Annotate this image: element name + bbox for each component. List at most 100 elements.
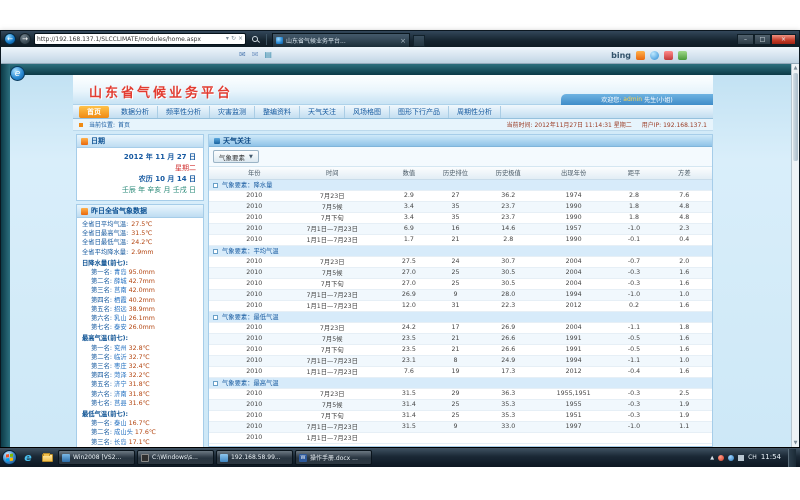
- search-icon[interactable]: [252, 36, 258, 42]
- element-filter-button[interactable]: 气象要素 ▼: [213, 150, 259, 163]
- scroll-up-icon[interactable]: ▲: [792, 65, 799, 71]
- nav-item-2[interactable]: 频率性分析: [158, 106, 210, 118]
- table-section-row-3[interactable]: 气象要素：最高气温: [209, 377, 712, 388]
- mail-icon[interactable]: ✉: [239, 51, 246, 59]
- scrollbar-thumb[interactable]: [793, 73, 798, 161]
- nav-item-1[interactable]: 数据分析: [113, 106, 158, 118]
- bing-app-icon[interactable]: [636, 51, 645, 60]
- antivirus-tray-icon[interactable]: [718, 455, 724, 461]
- stop-icon[interactable]: ×: [238, 36, 243, 42]
- taskbar-button-label: Win2008 [VS2...: [73, 454, 121, 461]
- table-row[interactable]: 20107月23日24.21726.92004-1.11.8: [209, 322, 712, 333]
- tray-expand-icon[interactable]: ▲: [710, 455, 714, 461]
- screenshot-tool-icon[interactable]: [664, 51, 673, 60]
- table-row[interactable]: 20101月1日—7月23日: [209, 432, 712, 443]
- table-section-row-2[interactable]: 气象要素：最低气温: [209, 311, 712, 322]
- table-row[interactable]: 20107月23日2.92736.219742.87.6: [209, 190, 712, 201]
- main-panel-header: 天气关注: [209, 135, 712, 147]
- nav-item-7[interactable]: 图形下行产品: [390, 106, 449, 118]
- nav-item-6[interactable]: 风场格图: [345, 106, 390, 118]
- tab-title[interactable]: 山东省气候业务平台...: [286, 36, 346, 45]
- table-row[interactable]: 20101月1日—7月23日7.61917.32012-0.41.6: [209, 366, 712, 377]
- calendar-icon: [81, 138, 88, 145]
- start-button[interactable]: [2, 450, 17, 465]
- close-button[interactable]: ×: [771, 34, 796, 45]
- page-scrollbar[interactable]: ▲ ▼: [791, 64, 799, 447]
- station-name: 乳山: [114, 315, 127, 322]
- table-row[interactable]: 20101月1日—7月23日1.7212.81990-0.10.4: [209, 234, 712, 245]
- cell: [481, 432, 536, 443]
- nav-item-4[interactable]: 整编资料: [255, 106, 300, 118]
- show-desktop-button[interactable]: [788, 449, 796, 467]
- table-row[interactable]: 20107月23日31.52936.31955,1951-0.32.5: [209, 388, 712, 399]
- forward-button-icon[interactable]: →: [19, 33, 31, 45]
- app-grid-icon[interactable]: ▤: [264, 51, 272, 59]
- table-row[interactable]: 20107月23日27.52430.72004-0.72.0: [209, 256, 712, 267]
- back-button-icon[interactable]: ←: [4, 33, 16, 45]
- table-row[interactable]: 20107月下旬31.42535.31951-0.31.9: [209, 410, 712, 421]
- cell: 2010: [232, 300, 277, 311]
- table-row[interactable]: 20107月下旬3.43523.719901.84.8: [209, 212, 712, 223]
- cell: 2010: [232, 432, 277, 443]
- address-bar[interactable]: http://192.168.137.1/SLCCLIMATE/modules/…: [34, 33, 246, 45]
- rank-value: 26.1mm: [129, 315, 155, 322]
- maximize-button[interactable]: □: [754, 34, 771, 45]
- table-row[interactable]: 20107月5候31.42535.31955-0.31.9: [209, 399, 712, 410]
- cell: 7月下旬: [277, 278, 388, 289]
- table-row[interactable]: 20107月1日—7月23日23.1824.91994-1.11.0: [209, 355, 712, 366]
- cell: 19: [430, 366, 480, 377]
- table-row[interactable]: 20107月1日—7月23日31.5933.01997-1.01.1: [209, 421, 712, 432]
- qq-icon[interactable]: [650, 51, 659, 60]
- cell: 2004: [536, 256, 611, 267]
- taskbar-button-0[interactable]: Win2008 [VS2...: [58, 450, 135, 465]
- cell: 35: [430, 212, 480, 223]
- section-title-cell: 气象要素：降水量: [209, 179, 712, 190]
- taskbar-button-3[interactable]: W操作手册.docx ...: [295, 450, 372, 465]
- table-section-row-1[interactable]: 气象要素：平均气温: [209, 245, 712, 256]
- minimize-button[interactable]: –: [737, 34, 754, 45]
- new-tab-button[interactable]: [413, 35, 425, 47]
- url-text[interactable]: http://192.168.137.1/SLCCLIMATE/modules/…: [37, 36, 224, 43]
- taskbar-clock[interactable]: 11:54: [761, 454, 781, 461]
- table-row[interactable]: 20107月5候3.43523.719901.84.8: [209, 201, 712, 212]
- table-row[interactable]: 20107月5候23.52126.61991-0.51.6: [209, 333, 712, 344]
- nav-item-8[interactable]: 周期性分析: [449, 106, 501, 118]
- table-row[interactable]: 20101月1日—7月23日12.03122.320120.21.6: [209, 300, 712, 311]
- volume-tray-icon[interactable]: [738, 455, 744, 461]
- table-row[interactable]: 20107月1日—7月23日26.9928.01994-1.01.0: [209, 289, 712, 300]
- rank-value: 17.6℃: [135, 429, 156, 436]
- table-row[interactable]: 20107月5候27.02530.52004-0.31.6: [209, 267, 712, 278]
- table-row[interactable]: 20107月1日—7月23日6.91614.61957-1.02.3: [209, 223, 712, 234]
- cell: 4.8: [657, 212, 712, 223]
- taskbar-button-label: 192.168.58.99...: [231, 454, 281, 461]
- bing-logo[interactable]: bing: [611, 51, 631, 60]
- cell: 7月5候: [277, 399, 388, 410]
- taskbar-button-1[interactable]: C:\Windows\s...: [137, 450, 214, 465]
- table-section-row-0[interactable]: 气象要素：降水量: [209, 179, 712, 190]
- nav-item-5[interactable]: 天气关注: [300, 106, 345, 118]
- nav-item-0[interactable]: 首页: [79, 106, 109, 118]
- cell: 30.7: [481, 256, 536, 267]
- plugin-icon[interactable]: [678, 51, 687, 60]
- tab-close-icon[interactable]: ×: [400, 37, 406, 45]
- network-tray-icon[interactable]: [728, 455, 734, 461]
- summary-label: 全省日最低气温:: [82, 238, 128, 247]
- table-row[interactable]: 20107月下旬23.52126.61991-0.51.6: [209, 344, 712, 355]
- language-indicator[interactable]: CH: [748, 454, 757, 461]
- cell: -1.0: [611, 289, 656, 300]
- nav-item-3[interactable]: 灾害监测: [210, 106, 255, 118]
- mail-icon-2[interactable]: ✉: [252, 51, 259, 59]
- scroll-down-icon[interactable]: ▼: [792, 440, 799, 446]
- table-row[interactable]: 20107月下旬27.02530.52004-0.31.6: [209, 278, 712, 289]
- taskbar-button-2[interactable]: 192.168.58.99...: [216, 450, 293, 465]
- cell: 25: [430, 278, 480, 289]
- refresh-icon[interactable]: ↻: [231, 36, 236, 42]
- address-dropdown-icon[interactable]: ▾: [226, 36, 229, 42]
- cell: -1.0: [611, 421, 656, 432]
- summary-value: 2.9mm: [131, 248, 153, 257]
- browser-tab[interactable]: 山东省气候业务平台... ×: [272, 33, 410, 47]
- breadcrumb-value[interactable]: 首页: [118, 120, 130, 129]
- cell: 2010: [232, 190, 277, 201]
- pinned-explorer-icon[interactable]: [39, 450, 55, 465]
- pinned-ie-icon[interactable]: e: [20, 450, 36, 465]
